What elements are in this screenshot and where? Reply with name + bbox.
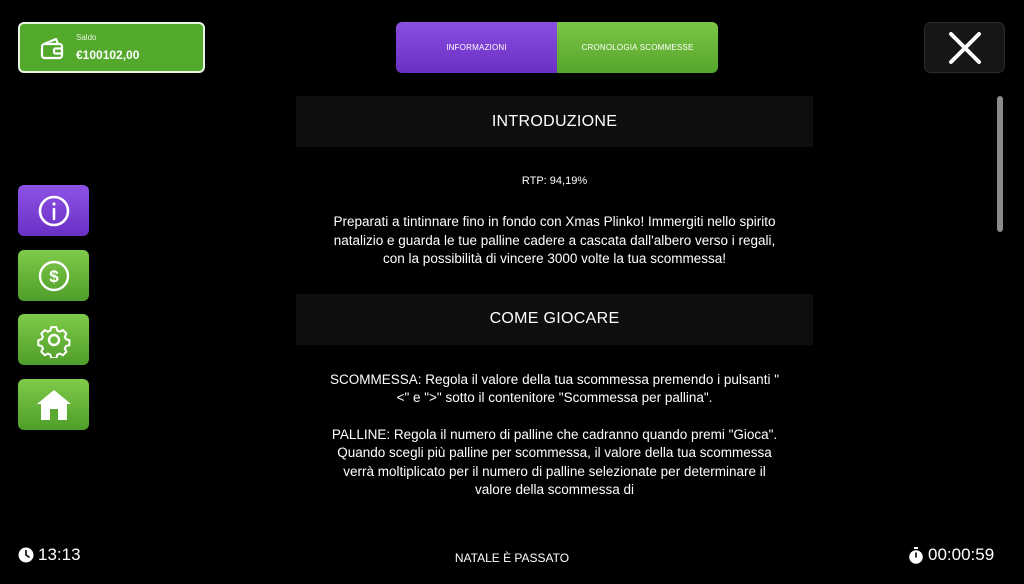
home-button[interactable] <box>18 379 89 430</box>
session-timer: 00:00:59 <box>908 545 994 565</box>
balls-text: PALLINE: Regola il numero di palline che… <box>331 426 778 498</box>
svg-text:$: $ <box>49 267 59 286</box>
wallet-icon <box>39 35 65 61</box>
tab-cronologia-scommesse[interactable]: CRONOLOGIA SCOMMESSE <box>557 22 718 73</box>
session-timer-value: 00:00:59 <box>928 545 995 564</box>
settings-button[interactable] <box>18 314 89 365</box>
tab-informazioni[interactable]: INFORMAZIONI <box>396 22 557 73</box>
bet-text: SCOMMESSA: Regola il valore della tua sc… <box>330 371 779 406</box>
close-icon <box>948 31 981 64</box>
game-title: NATALE È PASSATO <box>454 551 570 565</box>
balance-label: Saldo <box>76 33 97 42</box>
intro-text: Preparati a tintinnare fino in fondo con… <box>333 214 776 266</box>
info-content: INTRODUZIONE RTP: 94,19% Preparati a tin… <box>296 96 813 536</box>
paytable-button[interactable]: $ <box>18 250 89 301</box>
scrollbar[interactable] <box>997 96 1003 232</box>
info-icon <box>38 195 69 226</box>
gear-icon <box>36 325 70 358</box>
section-title-come-giocare: COME GIOCARE <box>296 293 813 345</box>
info-button[interactable] <box>18 185 89 236</box>
section-title-introduzione: INTRODUZIONE <box>296 96 813 147</box>
rtp-value: RTP: 94,19% <box>521 175 588 187</box>
dollar-coin-icon: $ <box>38 260 69 291</box>
home-icon <box>36 389 71 420</box>
stopwatch-icon <box>909 546 923 564</box>
balance-panel: Saldo €100102,00 <box>18 22 205 73</box>
close-button[interactable] <box>924 22 1005 73</box>
info-tabs: INFORMAZIONI CRONOLOGIA SCOMMESSE <box>396 22 718 73</box>
balance-value: €100102,00 <box>76 48 140 62</box>
